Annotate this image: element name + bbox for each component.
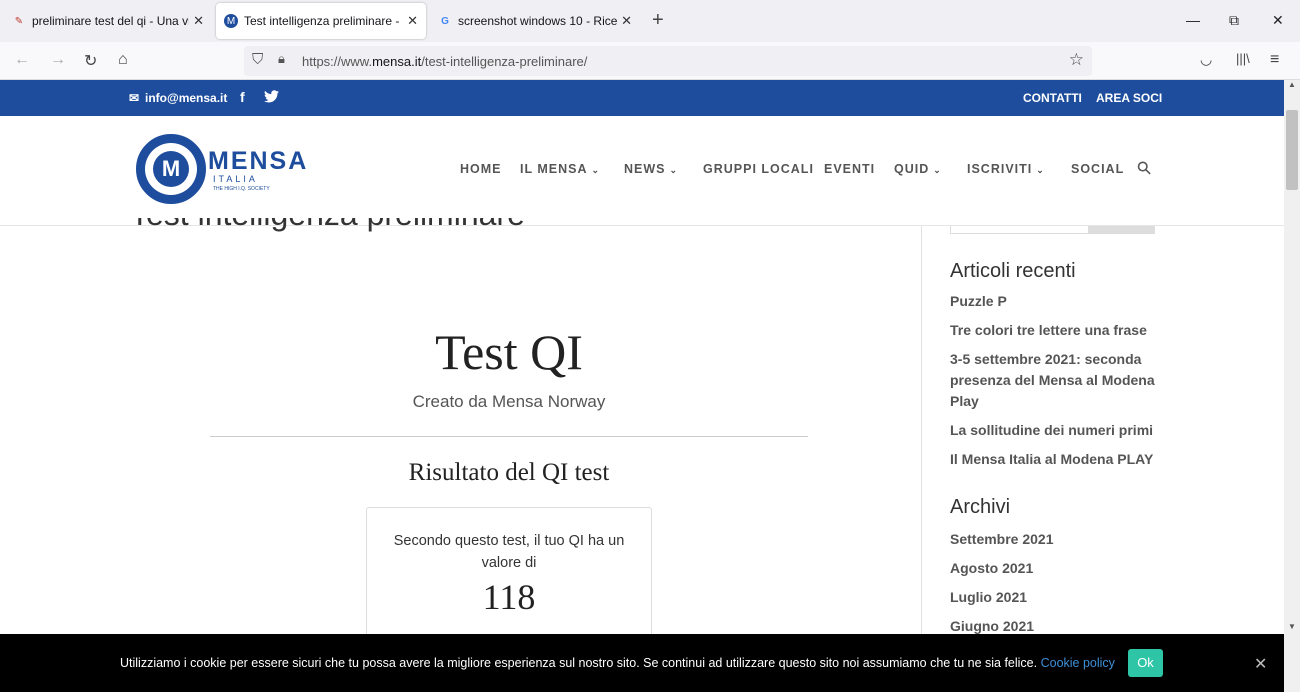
google-icon: G	[441, 15, 449, 27]
recent-heading: Articoli recenti	[950, 260, 1076, 282]
menu-news[interactable]: NEWS ⌄	[624, 162, 678, 176]
mensa-favicon-icon: M	[224, 14, 238, 28]
pocket-icon[interactable]: ◡	[1200, 51, 1212, 68]
new-tab-button[interactable]: +	[652, 10, 664, 30]
scroll-down-icon[interactable]: ▼	[1288, 622, 1296, 631]
archive-link[interactable]: Luglio 2021	[950, 587, 1160, 608]
reload-icon[interactable]: ↻	[84, 51, 97, 71]
menu-quid[interactable]: QUID ⌄	[894, 162, 942, 176]
result-heading: Risultato del QI test	[408, 459, 610, 486]
pen-icon: ✎	[14, 15, 24, 27]
chevron-down-icon: ⌄	[669, 165, 679, 175]
browser-toolbar: ← → ↻ ⌂ ⛉ 🔒︎ https://www.mensa.it/test-i…	[0, 42, 1300, 80]
recent-post-link[interactable]: Tre colori tre lettere una frase	[950, 320, 1160, 341]
sidebar-recent: Articoli recenti Puzzle P Tre colori tre…	[950, 260, 1160, 470]
email-icon: ✉	[129, 91, 140, 105]
cookie-ok-button[interactable]: Ok	[1128, 649, 1163, 677]
cookie-policy-link[interactable]: Cookie policy	[1041, 656, 1115, 670]
site-header: M MENSA ITALIA THE HIGH I.Q. SOCIETY HOM…	[0, 116, 1284, 226]
url-text: https://www.mensa.it/test-intelligenza-p…	[302, 54, 588, 69]
tab-title: screenshot windows 10 - Ricerca	[458, 14, 618, 28]
chevron-down-icon: ⌄	[933, 165, 942, 175]
close-tab-icon[interactable]: ✕	[407, 13, 418, 29]
recent-post-link[interactable]: 3-5 settembre 2021: seconda presenza del…	[950, 349, 1160, 412]
browser-tab-bar: ✎ preliminare test del qi - Una vita ✕ M…	[0, 0, 1300, 42]
archive-heading: Archivi	[950, 496, 1011, 518]
archive-link[interactable]: Agosto 2021	[950, 558, 1160, 579]
tab-google[interactable]: G screenshot windows 10 - Ricerca ✕	[430, 3, 640, 39]
tab-una-vita[interactable]: ✎ preliminare test del qi - Una vita ✕	[4, 3, 212, 39]
lock-icon[interactable]: 🔒︎	[278, 51, 285, 67]
recent-post-link[interactable]: Il Mensa Italia al Modena PLAY	[950, 449, 1160, 470]
search-icon[interactable]: ⚲	[1133, 156, 1157, 180]
result-box: Secondo questo test, il tuo QI ha un val…	[366, 507, 652, 642]
address-bar[interactable]: ⛉ 🔒︎ https://www.mensa.it/test-intellige…	[244, 46, 1092, 76]
tab-title: Test intelligenza preliminare - M	[244, 14, 404, 28]
scroll-up-icon[interactable]: ▲	[1288, 80, 1296, 89]
sidebar-divider	[921, 226, 922, 636]
menu-iscriviti[interactable]: ISCRIVITI ⌄	[967, 162, 1045, 176]
menu-home[interactable]: HOME	[460, 162, 502, 176]
logo-name: MENSA	[208, 147, 309, 175]
close-icon[interactable]: ✕	[1254, 654, 1267, 674]
minimize-button[interactable]: —	[1186, 12, 1200, 28]
mensa-logo-mark[interactable]: M	[136, 134, 206, 204]
restore-button[interactable]: ⧉	[1229, 12, 1239, 29]
sidebar-search[interactable]	[950, 226, 1155, 234]
bookmark-star-icon[interactable]: ☆	[1069, 50, 1084, 70]
menu-icon[interactable]: ≡	[1270, 51, 1279, 69]
archive-link[interactable]: Settembre 2021	[950, 529, 1160, 550]
home-icon[interactable]: ⌂	[118, 51, 128, 69]
divider	[210, 436, 808, 437]
recent-post-link[interactable]: La sollitudine dei numeri primi	[950, 420, 1160, 441]
menu-il-mensa[interactable]: IL MENSA ⌄	[520, 162, 600, 176]
recent-post-link[interactable]: Puzzle P	[950, 291, 1160, 312]
window-close-button[interactable]: ✕	[1272, 12, 1284, 29]
result-text: Secondo questo test, il tuo QI ha un val…	[393, 533, 625, 571]
result-value: 118	[482, 577, 536, 617]
tab-mensa[interactable]: M Test intelligenza preliminare - M ✕	[216, 3, 426, 39]
contatti-link[interactable]: CONTATTI	[1023, 91, 1082, 105]
top-strip: ✉ info@mensa.it f CONTATTI AREA SOCI	[0, 80, 1284, 116]
area-soci-link[interactable]: AREA SOCI	[1096, 91, 1162, 105]
twitter-icon[interactable]	[264, 90, 279, 103]
cookie-message: Utilizziamo i cookie per essere sicuri c…	[120, 656, 1115, 670]
logo-sub: ITALIA	[213, 174, 258, 184]
cookie-banner: Utilizziamo i cookie per essere sicuri c…	[0, 634, 1284, 692]
close-tab-icon[interactable]: ✕	[193, 13, 204, 29]
sidebar-archives: Archivi Settembre 2021 Agosto 2021 Lugli…	[950, 496, 1160, 637]
tab-title: preliminare test del qi - Una vita	[32, 14, 190, 28]
library-icon[interactable]: |||\	[1236, 51, 1250, 66]
menu-gruppi-locali[interactable]: GRUPPI LOCALI	[703, 162, 814, 176]
sidebar-search-button[interactable]	[1088, 226, 1154, 233]
facebook-icon[interactable]: f	[240, 89, 245, 105]
chevron-down-icon: ⌄	[1036, 165, 1045, 175]
logo-tagline: THE HIGH I.Q. SOCIETY	[213, 186, 270, 192]
forward-icon[interactable]: →	[50, 51, 66, 69]
shield-icon[interactable]: ⛉	[252, 51, 263, 68]
menu-eventi[interactable]: EVENTI	[824, 162, 875, 176]
menu-social[interactable]: SOCIAL	[1071, 162, 1124, 176]
scrollbar-thumb[interactable]	[1286, 110, 1298, 190]
close-tab-icon[interactable]: ✕	[621, 13, 632, 29]
quiz-title: Test QI	[435, 324, 583, 380]
quiz-subtitle: Creato da Mensa Norway	[412, 392, 606, 411]
chevron-down-icon: ⌄	[591, 165, 601, 175]
quiz-panel: Test QI Creato da Mensa Norway Risultato…	[210, 320, 808, 487]
back-icon[interactable]: ←	[14, 51, 30, 69]
email-link[interactable]: info@mensa.it	[145, 91, 227, 105]
